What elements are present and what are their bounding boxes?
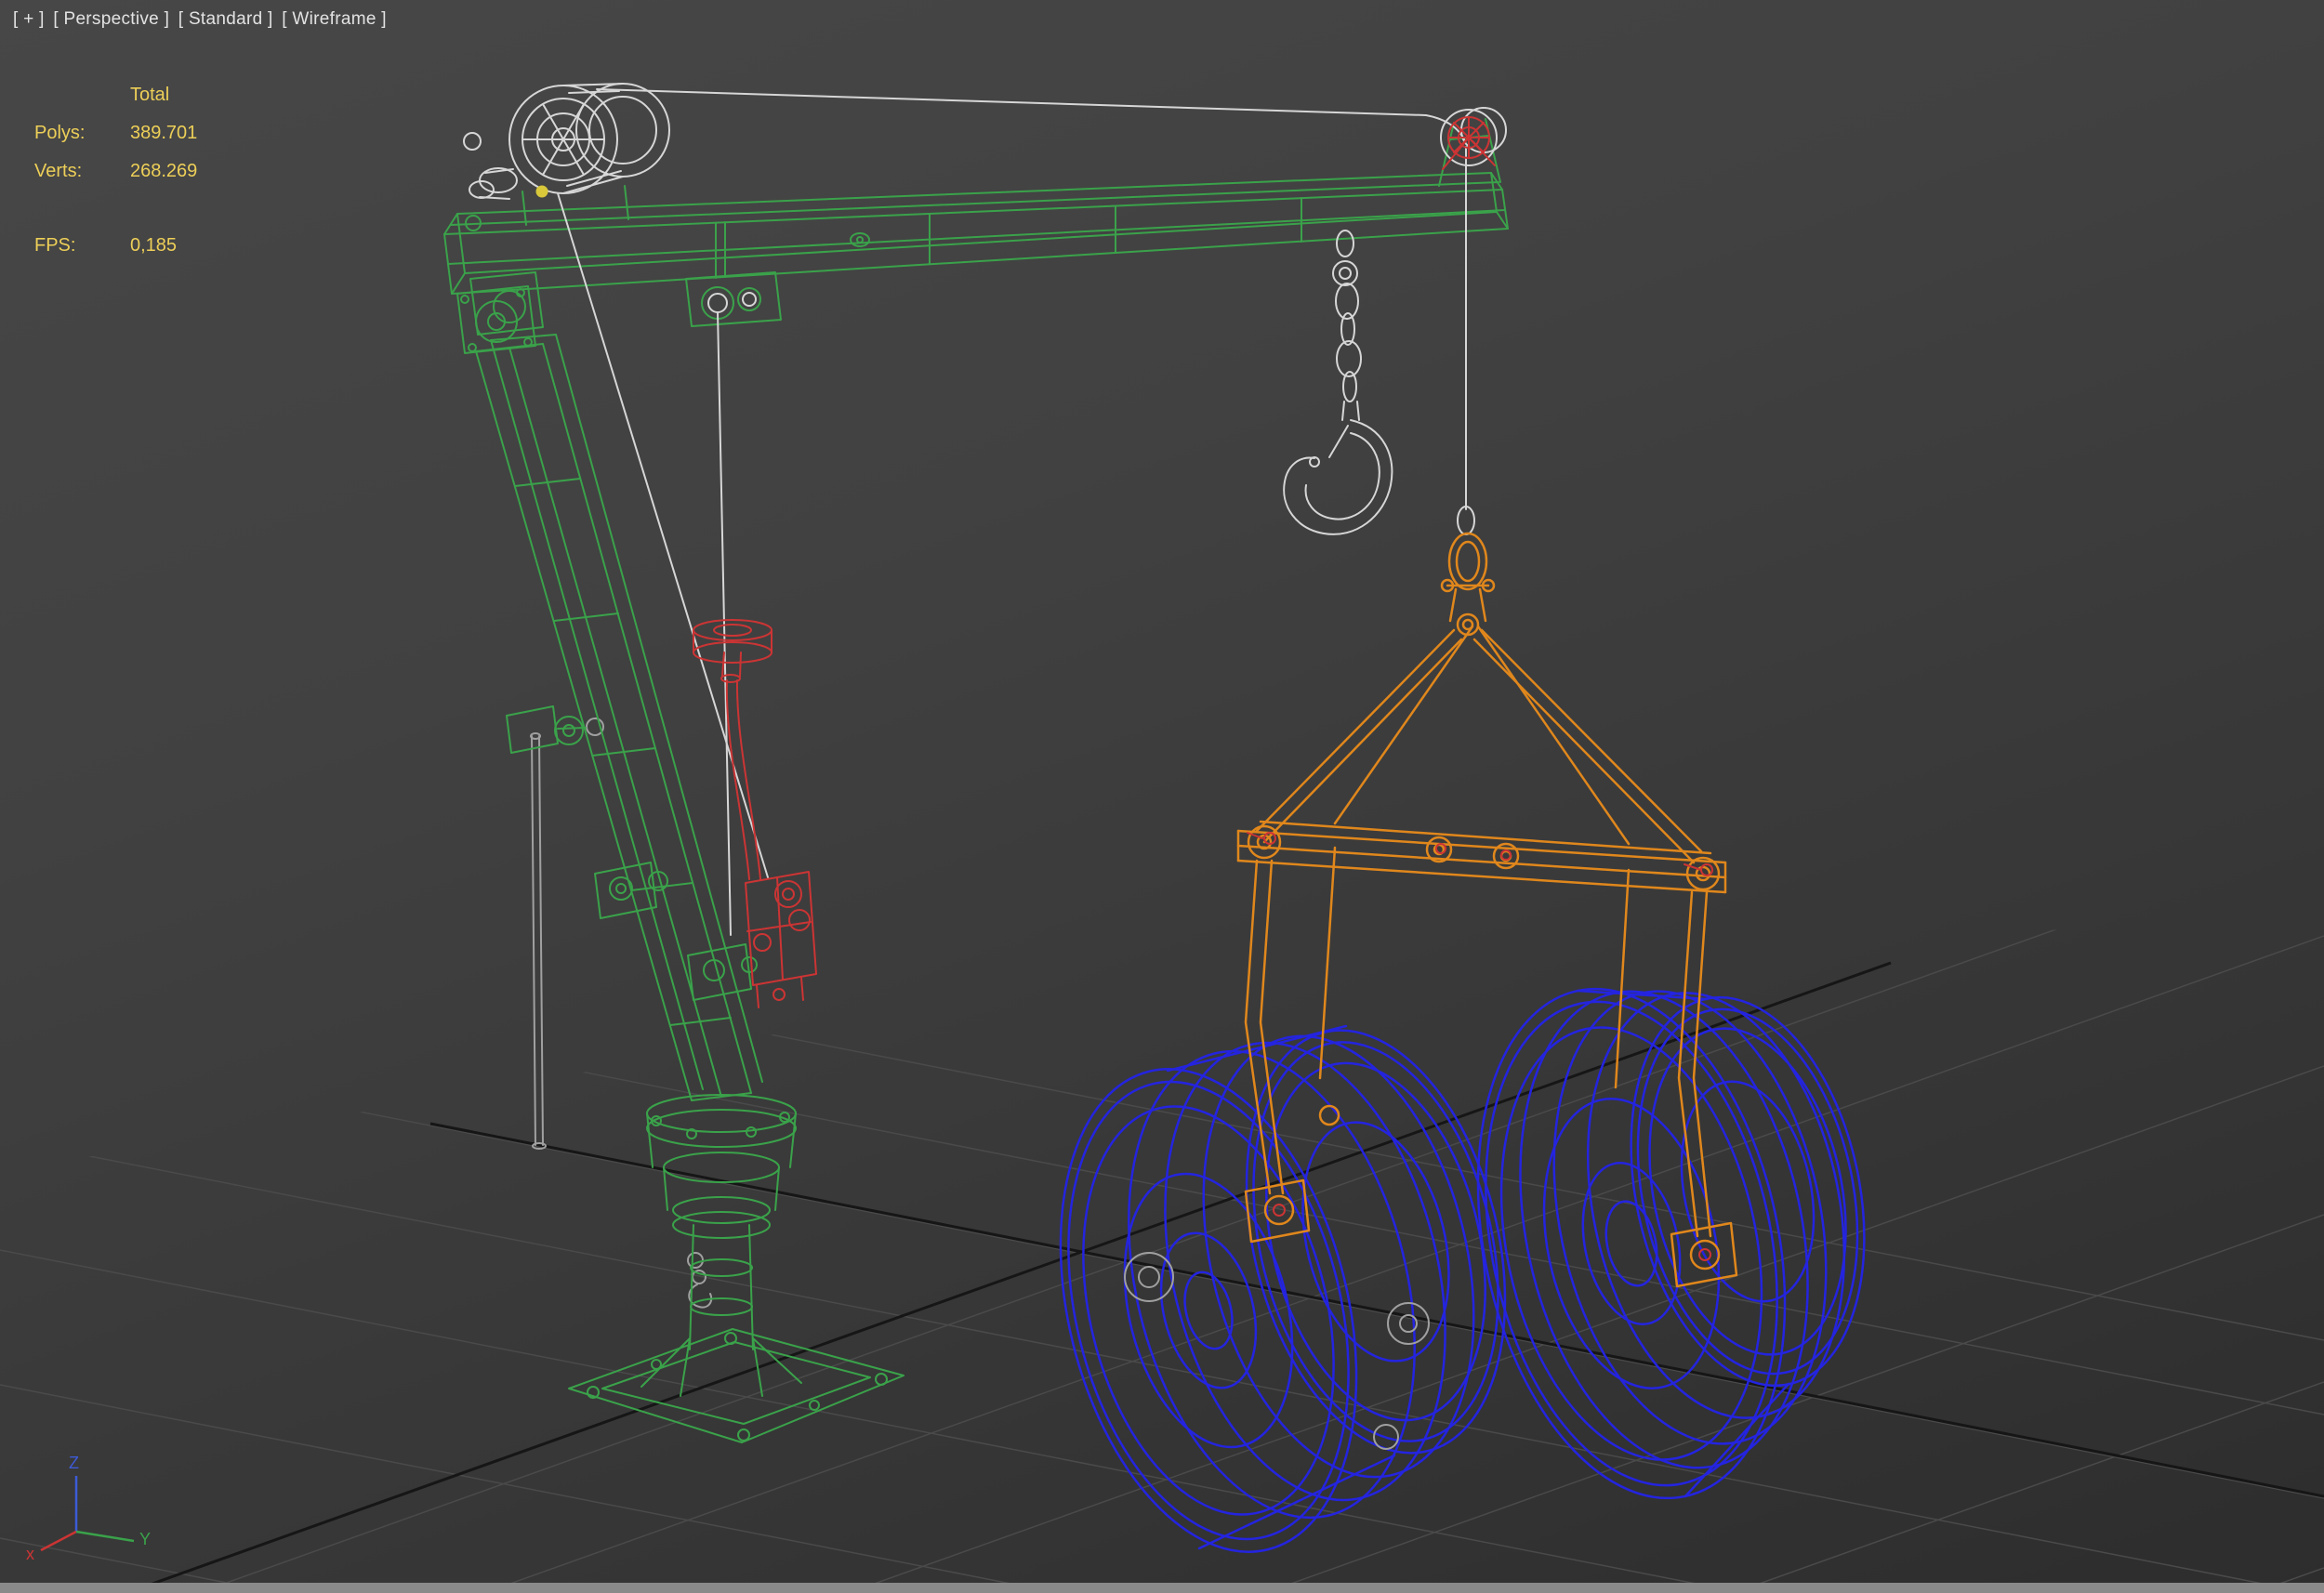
statistics-overlay: Total Polys:389.701 Verts:268.269 FPS:0,…: [34, 76, 197, 265]
viewport-style-menu[interactable]: [ Standard ]: [178, 9, 273, 29]
hook-wireframe[interactable]: [1284, 230, 1392, 534]
verts-value: 268.269: [130, 161, 197, 181]
stats-verts-row: Verts:268.269: [34, 152, 197, 191]
axis-x-label: x: [26, 1545, 34, 1561]
3d-viewport[interactable]: [ + ] [ Perspective ] [ Standard ] [ Wir…: [0, 0, 2324, 1593]
world-axis-gizmo: Z x Y: [22, 1450, 162, 1561]
ground-grid: [0, 834, 2324, 1593]
viewport-label: [ + ] [ Perspective ] [ Standard ] [ Wir…: [13, 9, 390, 30]
fps-label: FPS:: [34, 227, 130, 265]
bottom-edge-strip: [0, 1583, 2324, 1593]
winch-indicator-dot: [536, 186, 548, 197]
hoist-cable: [597, 89, 1426, 115]
axis-z-label: Z: [69, 1454, 79, 1472]
viewport-general-menu[interactable]: [ + ]: [13, 9, 45, 29]
polys-value: 389.701: [130, 123, 197, 143]
stats-total-header: Total: [130, 85, 169, 105]
axis-y-line: [76, 1532, 134, 1541]
stats-fps-row: FPS:0,185: [34, 227, 197, 265]
crane-wireframe[interactable]: [444, 119, 1508, 1442]
viewport-pov-menu[interactable]: [ Perspective ]: [53, 9, 169, 29]
fps-value: 0,185: [130, 235, 177, 256]
stats-polys-row: Polys:389.701: [34, 114, 197, 152]
polys-label: Polys:: [34, 114, 130, 152]
viewport-canvas[interactable]: [0, 0, 2324, 1593]
viewport-shading-menu[interactable]: [ Wireframe ]: [282, 9, 387, 29]
red-fittings-wireframe[interactable]: [693, 117, 1495, 1007]
axis-y-label: Y: [139, 1530, 151, 1548]
verts-label: Verts:: [34, 152, 130, 191]
barrel-clamp-wireframe[interactable]: [1238, 533, 1736, 1286]
axis-x-line: [41, 1532, 76, 1550]
stats-header-row: Total: [34, 76, 197, 114]
